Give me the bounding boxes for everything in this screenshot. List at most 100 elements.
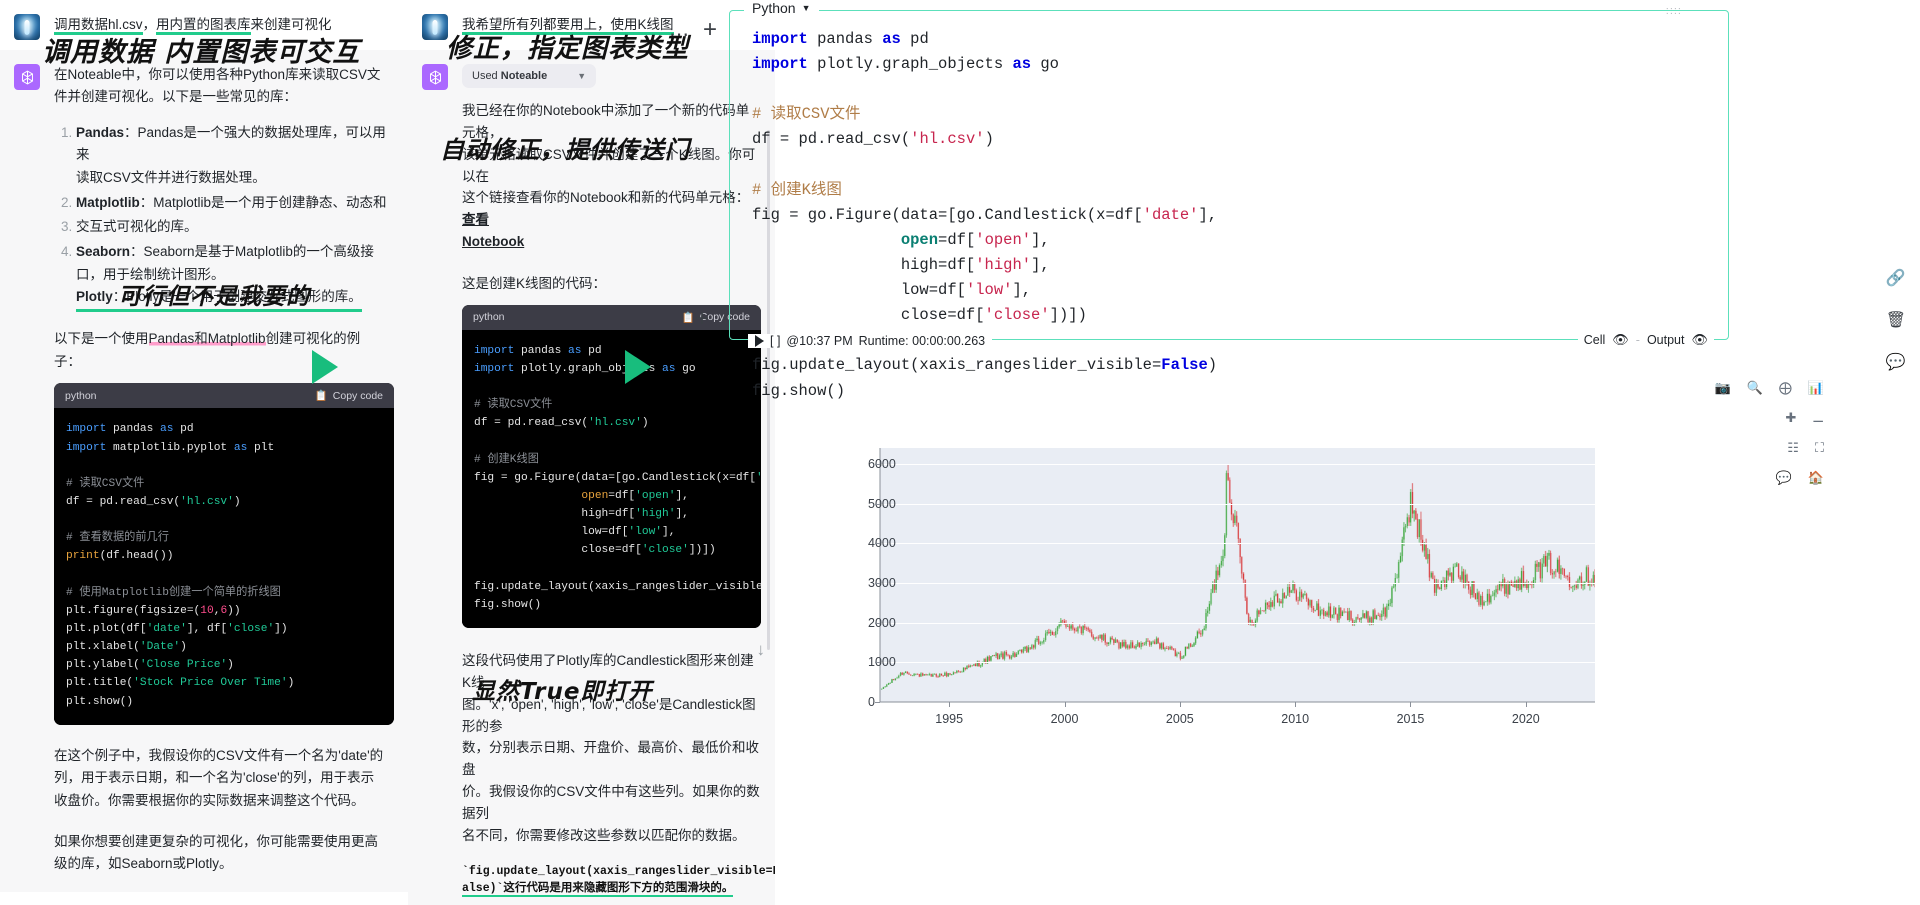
used-noteable-pill[interactable]: Used Noteable ▼ (462, 64, 597, 88)
plotly-modebar: 📷 🔍 ⨁ 📊 ✚ ⚊ ☷ ⛶ 💬 🏠 (1714, 380, 1824, 486)
assistant-line-3: 这个链接查看你的Notebook和新的代码单元格： 查看 (462, 187, 761, 231)
flow-arrow-1 (312, 350, 338, 384)
user-msg-part-2: 用内置的图表库 (156, 17, 251, 35)
y-tick (875, 702, 880, 703)
code-block-body[interactable]: import pandas as pd import plotly.graph_… (462, 329, 761, 628)
move-icon[interactable]: ✚ (1785, 410, 1796, 426)
user-msg-part: 我希望所有列都要用上，使用K线图 (462, 17, 674, 35)
chevron-down-icon[interactable]: ▼ (577, 71, 586, 81)
link-icon[interactable]: 🔗 (1886, 268, 1906, 288)
home-icon[interactable]: 🏠 (1808, 470, 1824, 486)
conversation-column-2: 我希望所有列都要用上，使用K线图 Used Noteable ▼ 我已经在你的N… (408, 0, 775, 905)
gridline (880, 622, 1595, 624)
annotate-icon[interactable]: 💬 (1776, 470, 1792, 486)
cell-drag-handle[interactable]: :::: (1666, 5, 1682, 17)
explain-line-5: 名不同，你需要修改这些参数以匹配你的数据。 (462, 827, 746, 843)
x-tick (949, 702, 951, 707)
add-cell-above-button[interactable]: + (703, 16, 717, 44)
explain-paragraph-2: 如果你想要创建更复杂的可视化，你可能需要使用更高 级的库，如Seaborn或Pl… (54, 831, 394, 876)
cell-run-status[interactable]: [ ] @10:37 PM Runtime: 00:00:00.263 (748, 334, 993, 348)
library-list: Pandas：Pandas是一个强大的数据处理库，可以用来 读取CSV文件并进行… (54, 122, 394, 313)
list-item: Matplotlib：Matplotlib是一个用于创建静态、动态和 (76, 192, 394, 215)
user-avatar-icon (14, 14, 40, 40)
code-block-header: python 📋 Copy code (54, 383, 394, 409)
x-tick (1179, 702, 1181, 707)
y-tick (875, 622, 880, 624)
notebook-panel: ⋯ + + Python ▼ :::: import pandas as pd … (669, 0, 1920, 905)
gridline (880, 463, 1595, 465)
para2-line1: 如果你想要创建更复杂的可视化，你可能需要使用更高 (54, 833, 378, 849)
modebar-row-1: 📷 🔍 ⨁ 📊 (1714, 380, 1824, 396)
notebook-code-cell[interactable]: Python ▼ :::: import pandas as pd import… (729, 0, 1729, 400)
assistant-message-2: Used Noteable ▼ 我已经在你的Notebook中添加了一个新的代码… (408, 50, 775, 905)
cell-menu-icon[interactable]: ⋯ (669, 22, 691, 47)
cell-toggle-label[interactable]: Cell (1584, 333, 1606, 347)
x-tick (1410, 702, 1412, 707)
modebar-row-4: 💬 🏠 (1776, 470, 1824, 486)
comment-icon[interactable]: 💬 (1886, 352, 1906, 372)
rangeslider-note-line2: alse)`这行代码是用来隐藏图形下方的范围滑块的。 (462, 879, 734, 897)
y-tick (875, 543, 880, 545)
copy-code-button[interactable]: 📋 Copy code (315, 389, 383, 403)
assistant-avatar-icon (14, 64, 40, 90)
cell-visibility-controls: Cell 👁 - Output 👁 (1577, 332, 1714, 348)
list-item-title: Pandas (76, 124, 125, 140)
modebar-row-3: ☷ ⛶ (1787, 440, 1824, 456)
user-avatar-icon (422, 14, 448, 40)
code-language-label: python (65, 389, 97, 402)
explain-line-2: 图。'x', 'open', 'high', 'low', 'close'是Ca… (462, 696, 756, 734)
user-message-text: 调用数据hl.csv，用内置的图表库来创建可视化 (54, 14, 394, 36)
cell-language-selector[interactable]: Python ▼ (744, 0, 819, 16)
lasso-icon[interactable]: ⛶ (1815, 440, 1824, 456)
minus-icon[interactable]: ⚊ (1812, 410, 1824, 426)
candlestick-chart[interactable]: 0100020003000400050006000 19952000200520… (805, 440, 1675, 740)
output-toggle-label[interactable]: Output (1647, 333, 1685, 347)
zoom-icon[interactable]: 🔍 (1747, 380, 1763, 396)
assistant-line-2: 该单元格读取CSV文件并创建了一个K线图。你可以在 (462, 146, 756, 184)
code-block-body[interactable]: import pandas as pd import matplotlib.py… (54, 408, 394, 725)
select-box-icon[interactable]: ☷ (1787, 440, 1799, 456)
scroll-down-icon[interactable]: ↓ (757, 640, 766, 660)
gridline (880, 543, 1595, 545)
assistant-line-3-text: 这个链接查看你的Notebook和新的代码单元格： (462, 190, 750, 206)
y-tick (875, 463, 880, 465)
code-block-plotly: python 📋 Copy code import pandas as pd i… (462, 304, 761, 628)
list-item: Seaborn：Seaborn是基于Matplotlib的一个高级接 口，用于绘… (76, 241, 394, 313)
example-intro-line2: 子： (54, 353, 81, 369)
code-block-header: python 📋 Copy code (462, 304, 761, 330)
used-pill-prefix: Used (472, 70, 501, 82)
para1-line1: 在这个例子中，我假设你的CSV文件有一个名为'date'的 (54, 747, 384, 763)
camera-icon[interactable]: 📷 (1714, 380, 1730, 396)
eye-icon-output[interactable]: 👁 (1691, 332, 1708, 348)
explain-line-1: 这段代码使用了Plotly库的Candlestick图形来创建K线 (462, 652, 754, 690)
explain-paragraph-1: 在这个例子中，我假设你的CSV文件有一个名为'date'的 列，用于表示日期，和… (54, 745, 394, 813)
chevron-down-icon[interactable]: ▼ (802, 3, 811, 13)
cell-side-toolbar: 🔗 🗑 💬 (1886, 268, 1906, 372)
code-language-label: python (473, 311, 505, 324)
list-item-desc: 交互式可视化的库。 (76, 219, 198, 235)
bar-chart-icon[interactable]: 📊 (1808, 380, 1824, 396)
chart-canvas (880, 448, 1595, 702)
eye-icon-cell[interactable]: 👁 (1612, 332, 1629, 348)
y-tick (875, 582, 880, 584)
para1-line3: 收盘价。你需要根据你的实际数据来调整这个代码。 (54, 793, 365, 809)
trash-icon[interactable]: 🗑 (1886, 310, 1906, 330)
y-tick (875, 662, 880, 664)
assistant-line-4: Notebook (462, 231, 761, 253)
plotly-item: Plotly：Plotly是一个用于创建交互式图形的库。 (76, 286, 362, 313)
list-item-desc: ：Matplotlib是一个用于创建静态、动态和 (139, 194, 387, 210)
used-pill-tool: Noteable (500, 70, 548, 82)
notebook-link[interactable]: Notebook (462, 234, 524, 249)
execution-time: @10:37 PM (786, 334, 853, 348)
list-item-desc-cont: 口，用于绘制统计图形。 (76, 266, 225, 282)
x-tick-label: 2015 (1396, 712, 1425, 726)
add-cell-below-button[interactable]: + (695, 305, 709, 333)
clipboard-icon: 📋 (681, 311, 695, 324)
chart-plot-area[interactable] (880, 448, 1595, 703)
view-notebook-link[interactable]: 查看 (462, 212, 489, 227)
pan-plus-icon[interactable]: ⨁ (1779, 380, 1792, 396)
gridline (880, 662, 1595, 664)
code-caption: 这是创建K线图的代码： (462, 276, 607, 292)
assistant-message-1: 在Noteable中，你可以使用各种Python库来读取CSV文 件并创建可视化… (0, 50, 408, 893)
run-cell-icon[interactable] (755, 335, 764, 347)
